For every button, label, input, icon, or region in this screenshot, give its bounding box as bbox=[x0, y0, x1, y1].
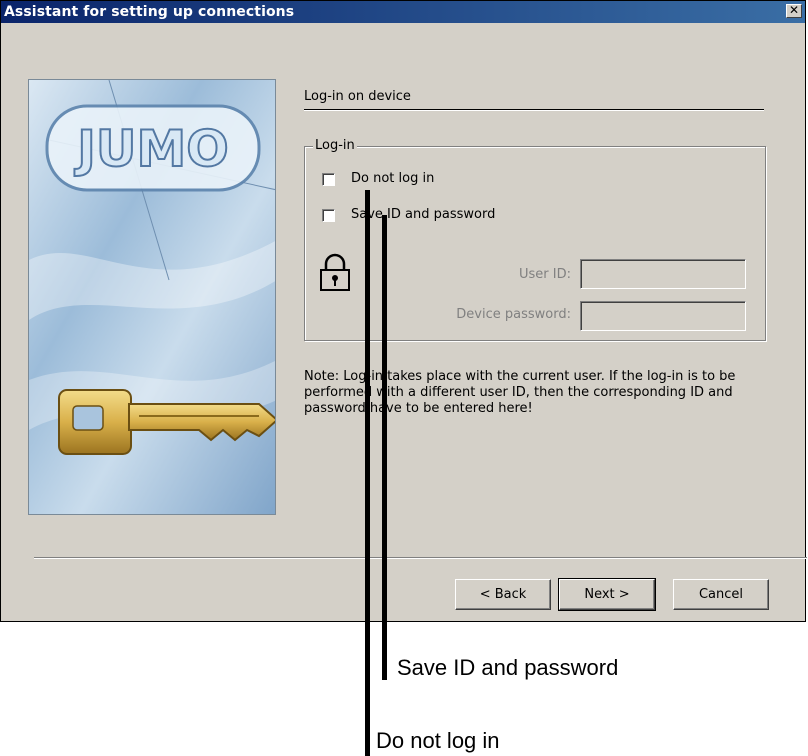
next-button[interactable]: Next > bbox=[558, 578, 656, 611]
device-password-input[interactable] bbox=[580, 301, 746, 331]
login-note: Note: Log-in takes place with the curren… bbox=[304, 369, 736, 416]
device-password-label: Device password: bbox=[456, 307, 571, 322]
wizard-dialog: Assistant for setting up connections ✕ J… bbox=[0, 0, 807, 622]
callout-line-save-id bbox=[382, 215, 387, 680]
wizard-banner-image: JUMO bbox=[28, 79, 276, 515]
heading-divider bbox=[304, 109, 764, 111]
user-id-input[interactable] bbox=[580, 259, 746, 289]
callout-line-do-not-login bbox=[365, 190, 370, 756]
banner-graphic: JUMO bbox=[29, 80, 275, 514]
back-button[interactable]: < Back bbox=[455, 579, 551, 610]
title-bar[interactable]: Assistant for setting up connections ✕ bbox=[1, 1, 805, 23]
do-not-login-checkbox[interactable] bbox=[322, 173, 335, 186]
lock-icon bbox=[320, 253, 350, 291]
window-title: Assistant for setting up connections bbox=[4, 4, 295, 20]
do-not-login-label[interactable]: Do not log in bbox=[351, 171, 434, 186]
login-group-legend: Log-in bbox=[313, 138, 357, 153]
callout-do-not-login: Do not log in bbox=[376, 728, 500, 753]
close-button[interactable]: ✕ bbox=[786, 4, 802, 18]
close-icon: ✕ bbox=[788, 3, 800, 17]
save-id-label[interactable]: Save ID and password bbox=[351, 207, 495, 222]
cancel-button[interactable]: Cancel bbox=[673, 579, 769, 610]
button-separator bbox=[34, 557, 807, 559]
page-heading: Log-in on device bbox=[304, 89, 411, 104]
user-id-label: User ID: bbox=[519, 267, 571, 282]
jumo-logo: JUMO bbox=[74, 120, 228, 178]
save-id-checkbox[interactable] bbox=[322, 209, 335, 222]
callout-save-id: Save ID and password bbox=[397, 655, 619, 680]
